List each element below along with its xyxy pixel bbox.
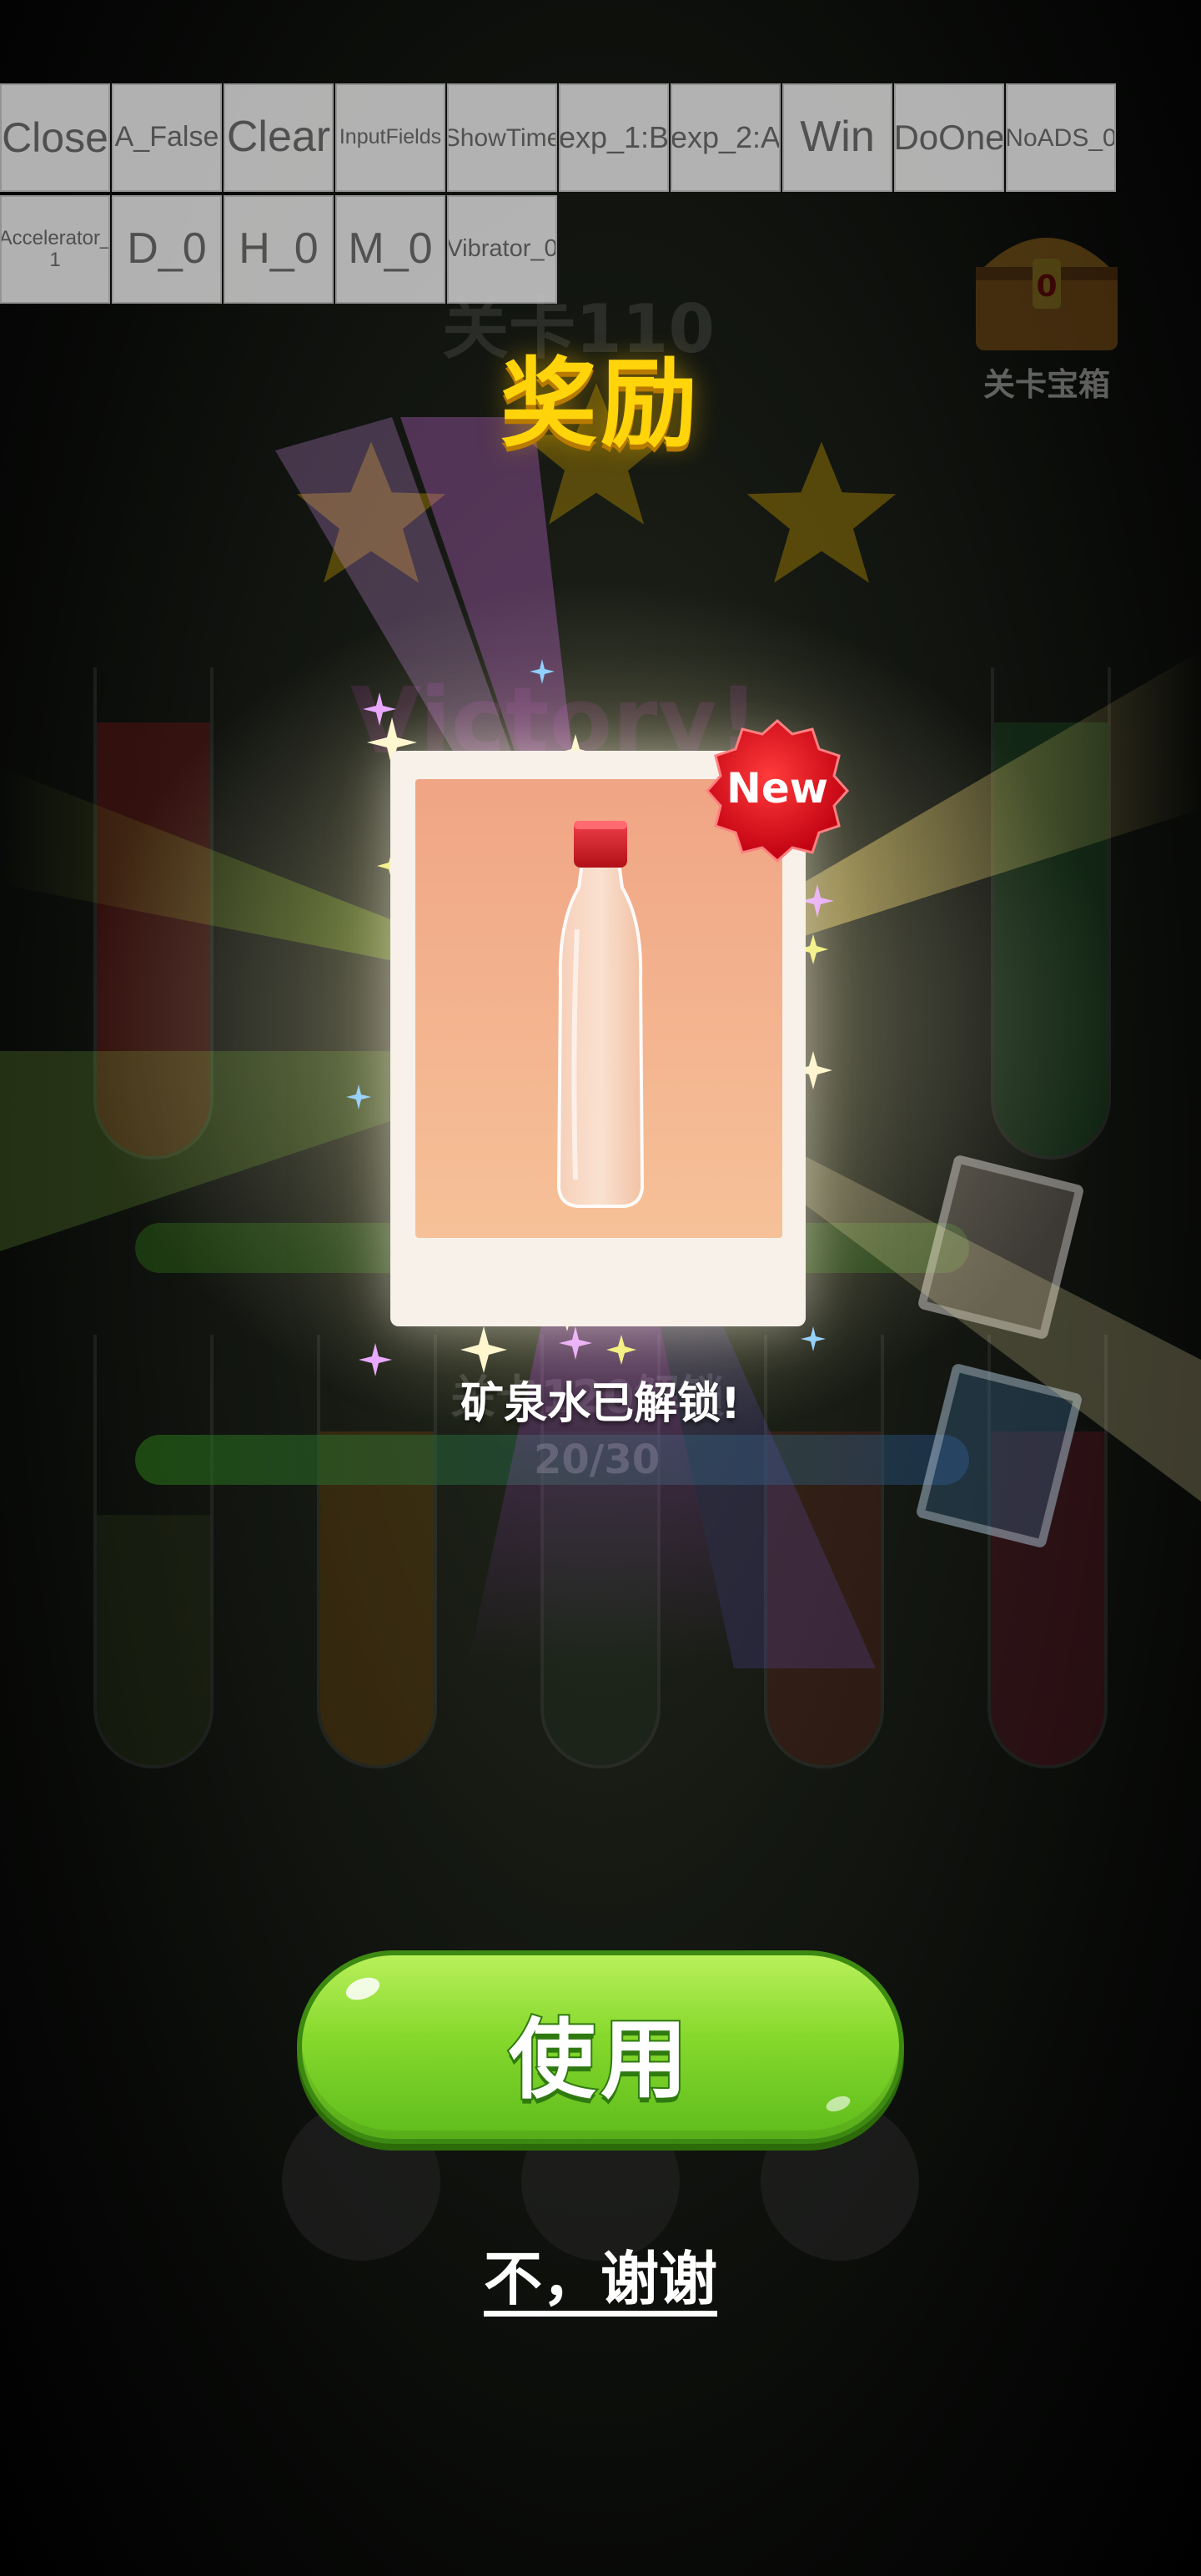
use-button[interactable]: 使用 — [297, 1950, 904, 2144]
star-icon — [296, 441, 446, 583]
use-button-label: 使用 — [507, 2007, 692, 2112]
debug-vibrator-button[interactable]: Vibrator_0 — [447, 195, 557, 304]
tube — [93, 1335, 214, 1768]
new-badge-label: New — [726, 764, 828, 813]
debug-showtime-button[interactable]: ShowTime — [447, 83, 557, 192]
chest-count: 0 — [1036, 269, 1057, 304]
debug-win-button[interactable]: Win — [782, 83, 892, 192]
debug-close-button[interactable]: Close — [0, 83, 110, 192]
chest-label: 关卡宝箱 — [982, 366, 1110, 403]
debug-inputfields-button[interactable]: InputFields — [335, 83, 445, 192]
tube — [93, 667, 214, 1160]
treasure-chest-icon: 0 — [976, 238, 1118, 350]
mineral-water-bottle-icon — [556, 821, 645, 1208]
debug-noads-button[interactable]: NoADS_0 — [1006, 83, 1116, 192]
debug-doone-button[interactable]: DoOne — [894, 83, 1004, 192]
tube — [991, 667, 1111, 1160]
reward-title: 奖励 — [500, 348, 701, 460]
debug-exp1-button[interactable]: exp_1:B — [559, 83, 669, 192]
debug-d-button[interactable]: D_0 — [112, 195, 222, 304]
debug-clear-button[interactable]: Clear — [224, 83, 334, 192]
debug-h-button[interactable]: H_0 — [224, 195, 334, 304]
no-thanks-link[interactable]: 不，谢谢 — [434, 2232, 767, 2317]
debug-a-false-button[interactable]: A_False — [112, 83, 222, 192]
progress-label-2: 20/30 — [534, 1436, 661, 1483]
debug-accelerator-button[interactable]: Accelerator_ 1 — [0, 195, 110, 304]
collectible-card — [917, 1154, 1085, 1341]
debug-exp2-button[interactable]: exp_2:A — [671, 83, 781, 192]
unlock-message: 矿泉水已解锁! — [460, 1379, 741, 1429]
debug-m-button[interactable]: M_0 — [335, 195, 445, 304]
